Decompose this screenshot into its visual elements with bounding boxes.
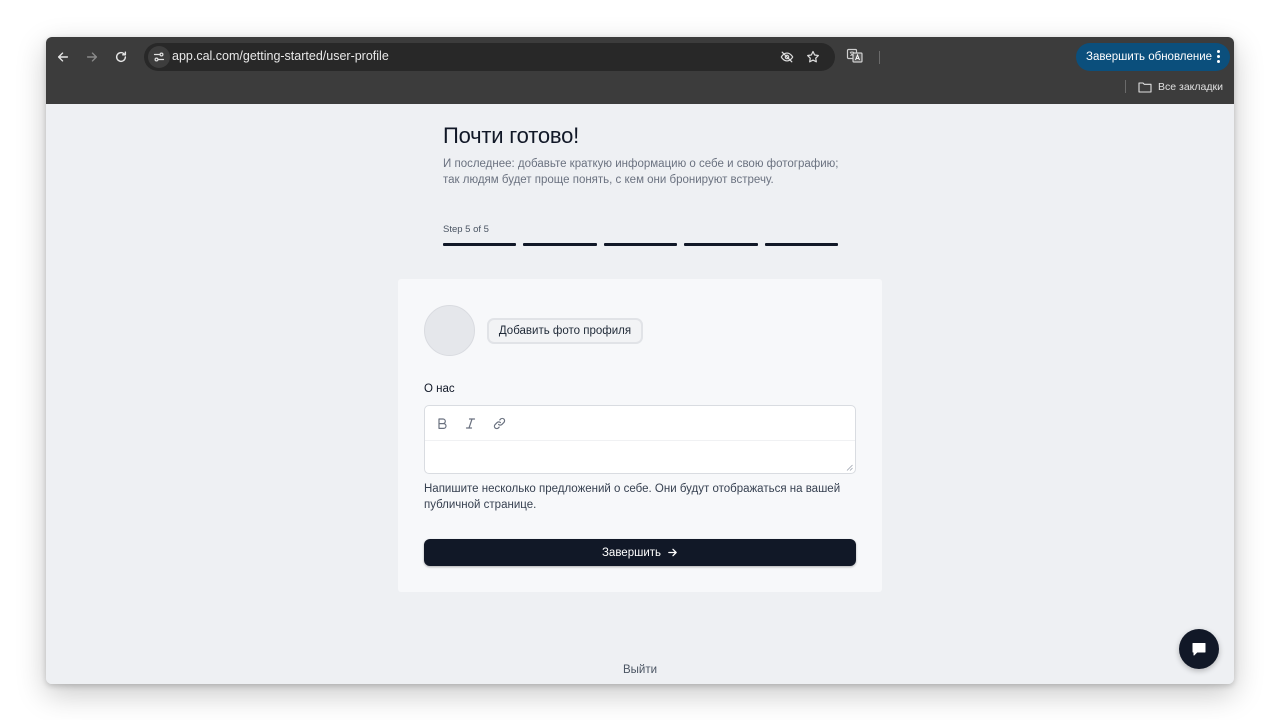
all-bookmarks-label: Все закладки xyxy=(1158,81,1223,93)
bold-icon[interactable] xyxy=(434,415,450,431)
finish-button[interactable]: Завершить xyxy=(424,539,856,566)
forward-icon[interactable] xyxy=(81,46,103,68)
link-icon[interactable] xyxy=(491,415,507,431)
step-segment xyxy=(443,243,517,246)
step-segment xyxy=(764,243,839,246)
finish-button-label: Завершить xyxy=(601,546,662,559)
all-bookmarks-button[interactable]: Все закладки xyxy=(1138,79,1223,95)
folder-icon xyxy=(1138,82,1152,93)
url-text[interactable]: app.cal.com/getting-started/user-profile xyxy=(172,49,389,63)
profile-card: Добавить фото профиля О нас Напишите нес… xyxy=(398,279,882,592)
site-settings-icon[interactable] xyxy=(148,46,170,68)
about-hint: Напишите несколько предложений о себе. О… xyxy=(424,483,841,511)
finish-update-button[interactable]: Завершить обновление xyxy=(1076,43,1230,71)
about-editor[interactable] xyxy=(424,405,856,474)
toolbar-divider xyxy=(879,51,880,64)
avatar xyxy=(424,305,475,356)
chat-icon xyxy=(1192,643,1206,656)
bookmarks-divider xyxy=(1125,80,1126,93)
add-profile-photo-button[interactable]: Добавить фото профиля xyxy=(487,318,643,344)
back-icon[interactable] xyxy=(52,46,74,68)
page-title: Почти готово! xyxy=(443,123,580,148)
star-icon[interactable] xyxy=(804,48,822,66)
resize-handle-icon[interactable] xyxy=(846,464,853,471)
chat-support-button[interactable] xyxy=(1179,629,1219,669)
step-segment xyxy=(684,243,758,246)
address-bar[interactable]: app.cal.com/getting-started/user-profile xyxy=(144,43,835,71)
reload-icon[interactable] xyxy=(110,46,132,68)
editor-toolbar xyxy=(425,406,855,441)
menu-dots-icon[interactable] xyxy=(1217,50,1220,64)
browser-window: app.cal.com/getting-started/user-profile… xyxy=(46,37,1234,684)
page-subtitle: И последнее: добавьте краткую информацию… xyxy=(443,158,839,186)
eye-off-icon[interactable] xyxy=(778,48,796,66)
page-content: Почти готово! И последнее: добавьте крат… xyxy=(46,104,1234,684)
translate-icon[interactable] xyxy=(846,47,864,65)
italic-icon[interactable] xyxy=(462,415,478,431)
step-segment xyxy=(523,243,597,246)
browser-toolbar: app.cal.com/getting-started/user-profile… xyxy=(46,37,1234,104)
step-segment xyxy=(603,243,678,246)
arrow-right-icon xyxy=(667,547,678,558)
step-indicator-label: Step 5 of 5 xyxy=(443,224,489,235)
step-progress xyxy=(443,243,839,246)
about-label: О нас xyxy=(424,383,455,395)
finish-update-label: Завершить обновление xyxy=(1086,51,1213,63)
logout-link[interactable]: Выйти xyxy=(623,664,657,676)
